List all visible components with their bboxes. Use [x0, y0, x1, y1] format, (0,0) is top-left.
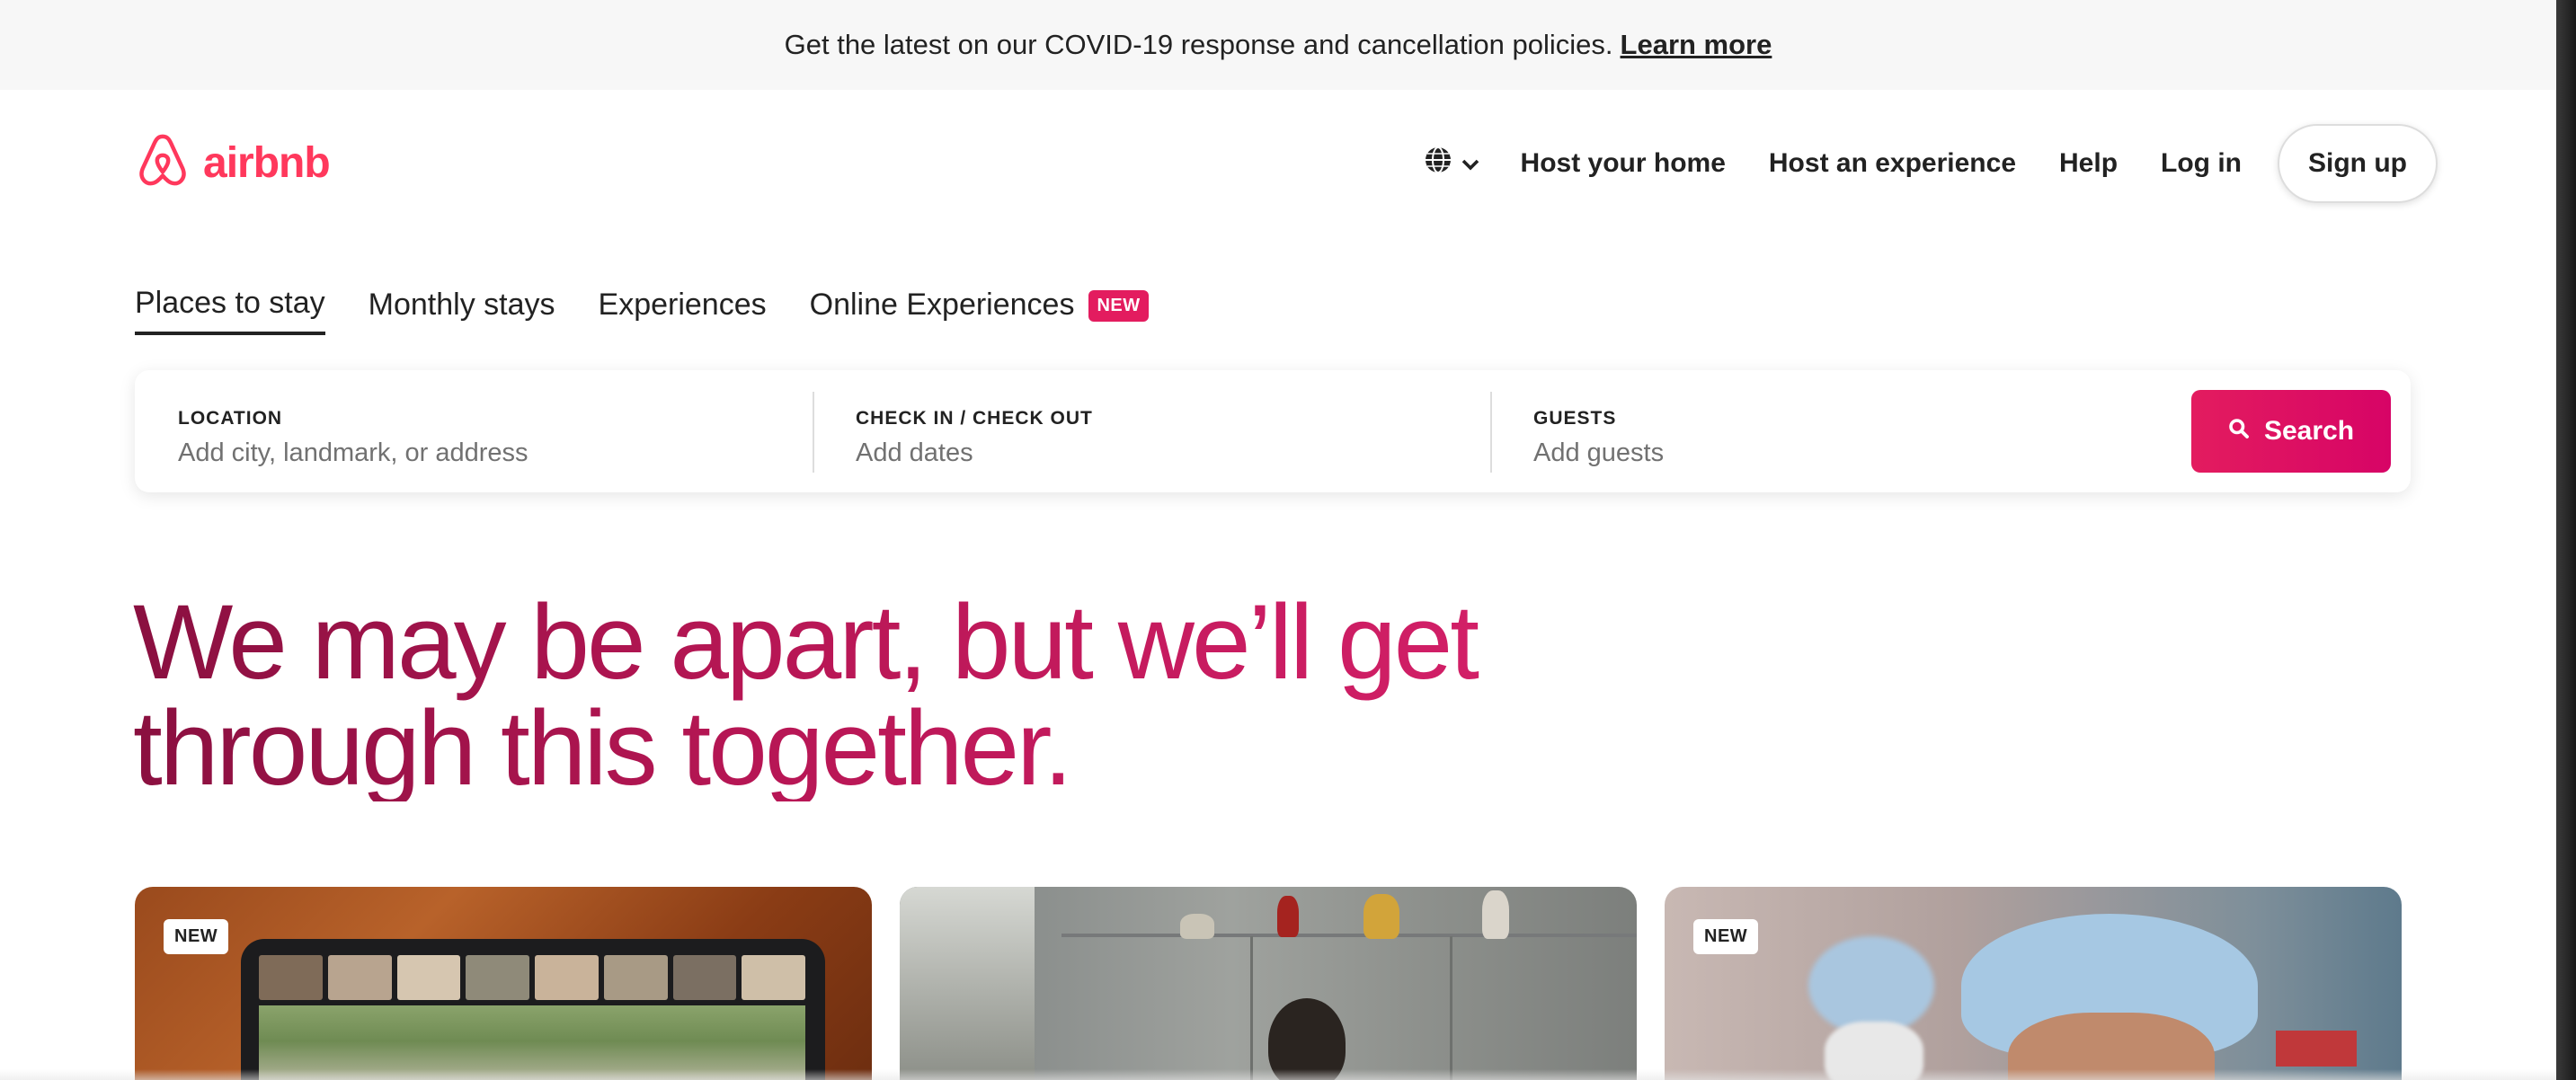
logo[interactable]: airbnb: [135, 131, 331, 195]
logo-text: airbnb: [203, 139, 331, 187]
airbnb-logo-icon: [135, 131, 191, 195]
person-image: [1268, 998, 1346, 1080]
guests-input[interactable]: [1533, 438, 2109, 468]
tab-experiences[interactable]: Experiences: [599, 288, 767, 333]
search-icon: [2228, 416, 2250, 447]
search-button-label: Search: [2263, 416, 2355, 446]
chevron-down-icon: [1461, 148, 1479, 179]
tab-online-experiences-label: Online Experiences: [809, 288, 1075, 322]
log-in-link[interactable]: Log in: [2161, 148, 2242, 179]
dates-label: CHECK IN / CHECK OUT: [856, 408, 1093, 429]
location-label: LOCATION: [178, 408, 283, 429]
card-new-badge: NEW: [164, 919, 229, 954]
help-link[interactable]: Help: [2059, 148, 2118, 179]
search-bar: LOCATION CHECK IN / CHECK OUT GUESTS Sea…: [135, 370, 2411, 492]
globe-icon: [1424, 146, 1452, 181]
headline-line-2: through this together.: [133, 689, 1070, 808]
location-input[interactable]: [178, 438, 753, 468]
category-tabs: Places to stay Monthly stays Experiences…: [135, 286, 1192, 335]
new-badge: NEW: [1088, 290, 1149, 322]
guests-field[interactable]: GUESTS: [1533, 392, 2109, 473]
top-nav: Host your home Host an experience Help L…: [1424, 124, 2438, 203]
dates-field[interactable]: CHECK IN / CHECK OUT: [856, 392, 1431, 473]
search-divider: [1490, 392, 1492, 473]
covid-banner: Get the latest on our COVID-19 response …: [0, 0, 2556, 90]
host-an-experience-link[interactable]: Host an experience: [1769, 148, 2016, 179]
card-healthcare[interactable]: NEW: [1665, 887, 2402, 1080]
dates-input[interactable]: [856, 438, 1431, 468]
window-image: [900, 887, 1035, 1080]
card-home[interactable]: [900, 887, 1637, 1080]
scrollbar[interactable]: [2556, 0, 2576, 1080]
guests-label: GUESTS: [1533, 408, 1617, 429]
learn-more-link[interactable]: Learn more: [1621, 29, 1772, 61]
banner-text: Get the latest on our COVID-19 response …: [784, 29, 1613, 60]
hero-headline: We may be apart, but we’ll get through t…: [133, 589, 1481, 801]
language-selector[interactable]: [1424, 146, 1479, 181]
sign-up-button[interactable]: Sign up: [2278, 124, 2438, 203]
video-thumbnails: [259, 955, 805, 1000]
host-your-home-link[interactable]: Host your home: [1521, 148, 1726, 179]
card-video-call[interactable]: NEW: [135, 887, 872, 1080]
search-divider: [813, 392, 814, 473]
tab-online-experiences[interactable]: Online Experiences NEW: [810, 288, 1149, 333]
card-new-badge: NEW: [1693, 919, 1759, 954]
header: airbnb Host your home Host an experience: [0, 90, 2556, 234]
headline-line-1: We may be apart, but we’ll get: [133, 583, 1478, 702]
location-field[interactable]: LOCATION: [178, 392, 753, 473]
tab-places-to-stay[interactable]: Places to stay: [135, 286, 325, 335]
search-button[interactable]: Search: [2191, 390, 2391, 473]
tab-monthly-stays[interactable]: Monthly stays: [369, 288, 555, 333]
